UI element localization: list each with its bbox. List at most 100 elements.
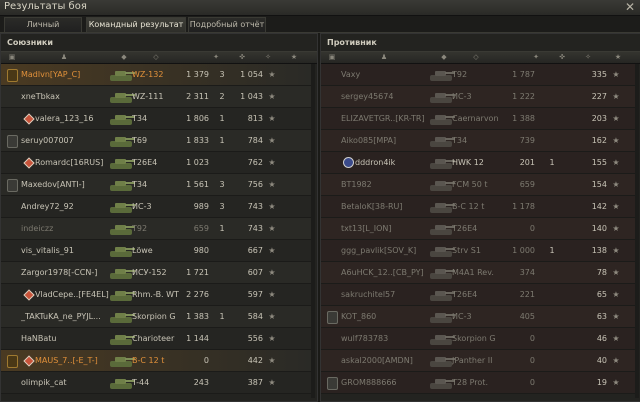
player-name[interactable]: _TAKTuKA_ne_PYJL... xyxy=(21,306,109,327)
table-row[interactable]: dddron4ik HWK 12 201 1 155 ★ xyxy=(321,152,635,174)
enemies-scrollbar[interactable] xyxy=(635,64,639,398)
xp-column-icon[interactable]: ✧ xyxy=(583,53,593,62)
player-name[interactable]: Zargor1978[-CCN-] xyxy=(21,262,109,283)
damage-value: 1 388 xyxy=(512,114,535,123)
tab-team-result[interactable]: Командный результат xyxy=(86,17,186,32)
player-name[interactable]: ELIZAVETGR..[KR-TR] xyxy=(341,108,429,129)
kills-value xyxy=(215,328,229,349)
player-name[interactable]: olimpik_cat xyxy=(21,372,109,393)
player-name[interactable]: askal2000[AMDN] xyxy=(341,350,429,371)
player-name[interactable]: ggg_pavlik[SOV_K] xyxy=(341,240,429,261)
xp-value: 335 xyxy=(591,70,607,79)
platoon-column-icon[interactable]: ▣ xyxy=(7,53,17,62)
star-icon: ★ xyxy=(612,356,620,365)
table-row[interactable]: _TAKTuKA_ne_PYJL... Skorpion G1 383 1 584 ★ xyxy=(1,306,311,328)
player-name[interactable]: HaNBatu xyxy=(21,328,109,349)
platoon-column-icon[interactable]: ▣ xyxy=(327,53,337,62)
xp-value: 63 xyxy=(596,312,607,321)
table-row[interactable]: Maxedov[ANTI-] T34 1 561 3 756 ★ xyxy=(1,174,311,196)
tank-column-icon[interactable]: ◆ xyxy=(439,53,449,62)
allies-scrollbar[interactable] xyxy=(311,64,315,398)
star-icon: ★ xyxy=(268,268,276,277)
player-name[interactable]: KOT_860 xyxy=(341,306,429,327)
table-row[interactable]: askal2000[AMDN] JPanther II 0 40 ★ xyxy=(321,350,635,372)
close-icon[interactable]: ✕ xyxy=(625,0,635,14)
player-name[interactable]: BT1982 xyxy=(341,174,429,195)
table-row[interactable]: sergey45674 ИС-3 1 222 227 ★ xyxy=(321,86,635,108)
tank-name-column-icon[interactable]: ◇ xyxy=(471,53,481,62)
player-name[interactable]: sergey45674 xyxy=(341,86,429,107)
player-name[interactable]: vis_vitalis_91 xyxy=(21,240,109,261)
table-row[interactable]: txt13[L_ION] T26E4 0 140 ★ xyxy=(321,218,635,240)
table-row[interactable]: xneTbkax WZ-111 2 311 2 1 043 ★ xyxy=(1,86,311,108)
tab-detailed-report[interactable]: Подробный отчёт xyxy=(188,17,266,32)
damage-value: 1 000 xyxy=(512,246,535,255)
kills-value xyxy=(545,108,559,129)
player-name[interactable]: Madlvn[YAP_C] xyxy=(21,64,109,85)
damage-value: 2 276 xyxy=(186,290,209,299)
kills-column-icon[interactable]: ✜ xyxy=(237,53,247,62)
table-row[interactable]: olimpik_cat T-44 243 387 ★ xyxy=(1,372,311,394)
star-icon: ★ xyxy=(268,92,276,101)
star-icon: ★ xyxy=(612,378,620,387)
player-name[interactable]: sakruchitel57 xyxy=(341,284,429,305)
table-row[interactable]: wulf783783 Skorpion G 0 46 ★ xyxy=(321,328,635,350)
tank-name: ИС-3 xyxy=(452,92,472,101)
kills-value xyxy=(215,240,229,261)
player-name[interactable]: Vaxy xyxy=(341,64,429,85)
sort-star-icon[interactable]: ★ xyxy=(613,53,623,62)
table-row[interactable]: ggg_pavlik[SOV_K] Strv S1 1 000 1 138 ★ xyxy=(321,240,635,262)
player-name[interactable]: indeiczz xyxy=(21,218,109,239)
table-row[interactable]: sakruchitel57 T26E4 221 65 ★ xyxy=(321,284,635,306)
sort-star-icon[interactable]: ★ xyxy=(289,53,299,62)
tab-personal-result[interactable]: Личный результат xyxy=(4,17,82,43)
table-row[interactable]: Aiko085[MPA] T34 739 162 ★ xyxy=(321,130,635,152)
player-name[interactable]: seruy007007 xyxy=(21,130,109,151)
player-column-icon[interactable]: ♟ xyxy=(379,53,389,62)
table-row[interactable]: Madlvn[YAP_C] WZ-132 1 379 3 1 054 ★ xyxy=(1,64,311,86)
player-name[interactable]: Maxedov[ANTI-] xyxy=(21,174,109,195)
player-name[interactable]: Andrey72_92 xyxy=(21,196,109,217)
tank-name-column-icon[interactable]: ◇ xyxy=(151,53,161,62)
damage-value: 201 xyxy=(519,158,535,167)
kills-column-icon[interactable]: ✜ xyxy=(557,53,567,62)
table-row[interactable]: MAUS_7..[-E_T-] B-C 12 t 0 442 ★ xyxy=(1,350,311,372)
kills-value xyxy=(545,174,559,195)
table-row[interactable]: Vaxy T92 1 787 335 ★ xyxy=(321,64,635,86)
tank-name: T34 xyxy=(452,136,468,145)
star-icon: ★ xyxy=(612,312,620,321)
damage-column-icon[interactable]: ✦ xyxy=(211,53,221,62)
player-column-icon[interactable]: ♟ xyxy=(59,53,69,62)
table-row[interactable]: Andrey72_92 ИС-3 989 3 743 ★ xyxy=(1,196,311,218)
tank-column-icon[interactable]: ◆ xyxy=(119,53,129,62)
tank-name: HWK 12 xyxy=(452,158,484,167)
player-name[interactable]: txt13[L_ION] xyxy=(341,218,429,239)
player-name[interactable]: BetaloK[38-RU] xyxy=(341,196,429,217)
table-row[interactable]: indeiczz T92 659 1 743 ★ xyxy=(1,218,311,240)
player-name[interactable]: GROM888666 xyxy=(341,372,429,393)
table-row[interactable]: KOT_860 ИС-3 405 63 ★ xyxy=(321,306,635,328)
table-row[interactable]: valera_123_16 T34 1 806 1 813 ★ xyxy=(1,108,311,130)
table-row[interactable]: BetaloK[38-RU] B-C 12 t 1 178 142 ★ xyxy=(321,196,635,218)
table-row[interactable]: A6uHCK_12..[CB_PY] M4A1 Rev. 374 78 ★ xyxy=(321,262,635,284)
player-name[interactable]: xneTbkax xyxy=(21,86,109,107)
table-row[interactable]: Zargor1978[-CCN-] ИСУ-152 1 721 607 ★ xyxy=(1,262,311,284)
player-name[interactable]: Aiko085[MPA] xyxy=(341,130,429,151)
table-row[interactable]: BT1982 FCM 50 t 659 154 ★ xyxy=(321,174,635,196)
star-icon: ★ xyxy=(268,136,276,145)
kills-value: 1 xyxy=(219,224,225,233)
damage-column-icon[interactable]: ✦ xyxy=(531,53,541,62)
table-row[interactable]: VladCepe..[FE4EL] Rhm.-B. WT 2 276 597 ★ xyxy=(1,284,311,306)
table-row[interactable]: seruy007007 T69 1 833 1 784 ★ xyxy=(1,130,311,152)
damage-value: 980 xyxy=(193,246,209,255)
squad-marker-icon xyxy=(23,355,35,367)
table-row[interactable]: ELIZAVETGR..[KR-TR] Caernarvon 1 388 203 ★ xyxy=(321,108,635,130)
table-row[interactable]: Romardc[16RUS] T26E4 1 023 762 ★ xyxy=(1,152,311,174)
table-row[interactable]: HaNBatu Charioteer 1 144 556 ★ xyxy=(1,328,311,350)
xp-column-icon[interactable]: ✧ xyxy=(263,53,273,62)
table-row[interactable]: GROM888666 T28 Prot. 0 19 ★ xyxy=(321,372,635,394)
player-name[interactable]: A6uHCK_12..[CB_PY] xyxy=(341,262,429,283)
player-name[interactable]: wulf783783 xyxy=(341,328,429,349)
kills-value: 1 xyxy=(549,246,555,255)
table-row[interactable]: vis_vitalis_91 Löwe 980 667 ★ xyxy=(1,240,311,262)
